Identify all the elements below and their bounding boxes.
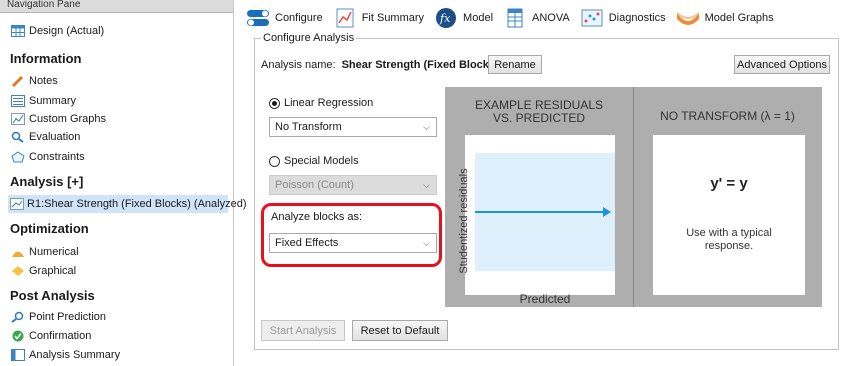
transform-diagram: EXAMPLE RESIDUALS VS. PREDICTED Studenti… [445, 87, 822, 307]
nav-item-constraints[interactable]: Constraints [10, 148, 85, 166]
reset-to-default-button[interactable]: Reset to Default [352, 320, 448, 341]
nav-item-notes[interactable]: Notes [10, 72, 58, 90]
tab-configure-label: Configure [275, 12, 323, 24]
tab-model-graphs-label: Model Graphs [704, 12, 774, 24]
navigation-pane-title: Navigation Pane [0, 0, 233, 13]
navigation-pane: Navigation Pane Design (Actual) Informat… [0, 0, 246, 366]
special-models-radio[interactable]: Special Models [269, 155, 359, 167]
tab-anova[interactable]: ANOVA [503, 8, 570, 28]
linear-regression-label: Linear Regression [284, 97, 374, 109]
nav-item-custom-graphs[interactable]: Custom Graphs [10, 110, 106, 128]
tab-fit-summary[interactable]: Fit Summary [333, 8, 424, 28]
nav-item-r1-label: R1:Shear Strength (Fixed Blocks) (Analyz… [27, 198, 247, 210]
nav-item-point-prediction-label: Point Prediction [29, 311, 107, 323]
arrow-right-icon [603, 207, 611, 217]
nav-heading-information: Information [10, 51, 82, 66]
tab-fit-summary-label: Fit Summary [361, 12, 425, 24]
x-axis-label: Predicted [519, 292, 571, 306]
tab-bar: Configure Fit Summary fx Model ANOVA Dia… [246, 6, 784, 30]
residual-arrow-line [475, 211, 605, 213]
toggle-icon [246, 8, 270, 28]
tab-configure[interactable]: Configure [246, 8, 323, 28]
table-icon [10, 348, 26, 362]
analysis-name-row: Analysis name: Shear Strength (Fixed Blo… [261, 59, 499, 71]
table-grid-icon [503, 8, 527, 28]
transform-diagram-title: NO TRANSFORM (λ = 1) [660, 109, 795, 123]
configure-analysis-legend: Configure Analysis [261, 32, 357, 44]
special-models-label: Special Models [284, 155, 359, 167]
target-search-icon [10, 310, 26, 324]
transform-card: y' = y Use with a typical response. [653, 135, 805, 295]
nav-item-notes-label: Notes [29, 75, 58, 87]
tab-diagnostics-label: Diagnostics [608, 12, 666, 24]
nav-item-summary[interactable]: Summary [10, 92, 76, 110]
magnifier-icon [10, 130, 26, 144]
nav-item-analysis-summary[interactable]: Analysis Summary [10, 346, 120, 364]
function-icon: fx [434, 8, 458, 28]
nav-item-r1-shear-strength[interactable]: R1:Shear Strength (Fixed Blocks) (Analyz… [8, 195, 246, 213]
residuals-title-line-2: VS. PREDICTED [492, 111, 585, 125]
nav-item-numerical[interactable]: Numerical [10, 243, 79, 261]
scatter-icon [580, 8, 604, 28]
tab-model-graphs[interactable]: Model Graphs [675, 8, 774, 28]
list-icon [10, 94, 26, 108]
nav-item-evaluation-label: Evaluation [29, 131, 81, 143]
transform-select[interactable]: No Transform ⌵ [269, 117, 437, 137]
tab-model[interactable]: fx Model [434, 8, 493, 28]
nav-item-evaluation[interactable]: Evaluation [10, 128, 80, 146]
advanced-options-button[interactable]: Advanced Options [734, 55, 830, 74]
transform-select-value: No Transform [275, 121, 342, 133]
nav-item-custom-graphs-label: Custom Graphs [29, 113, 107, 125]
check-circle-icon [10, 329, 26, 343]
chevron-down-icon: ⌵ [423, 122, 430, 132]
radio-selected-indicator [269, 97, 280, 109]
chevron-down-icon: ⌵ [423, 180, 430, 190]
analysis-graph-icon [10, 197, 24, 211]
nav-item-analysis-summary-label: Analysis Summary [29, 349, 121, 361]
diamond-icon [10, 264, 26, 278]
start-analysis-button[interactable]: Start Analysis [261, 320, 345, 341]
nav-heading-optimization: Optimization [10, 221, 89, 236]
y-axis-label: Studentized residuals [458, 168, 470, 274]
nav-item-design[interactable]: Design (Actual) [10, 22, 104, 40]
hill-icon [10, 245, 26, 259]
linear-regression-radio[interactable]: Linear Regression [269, 97, 373, 109]
nav-item-graphical[interactable]: Graphical [10, 262, 76, 280]
transform-description: Use with a typical response. [686, 227, 772, 252]
surface-icon [675, 8, 700, 28]
nav-item-constraints-label: Constraints [29, 151, 85, 163]
nav-item-summary-label: Summary [29, 95, 77, 107]
pentagon-icon [10, 150, 26, 164]
nav-item-design-label: Design (Actual) [29, 25, 105, 37]
special-models-select-value: Poisson (Count) [275, 179, 354, 191]
nav-item-confirmation[interactable]: Confirmation [10, 327, 91, 345]
nav-item-numerical-label: Numerical [29, 246, 79, 258]
nav-heading-analysis: Analysis [+] [10, 174, 84, 189]
transform-equation: y' = y [710, 175, 748, 192]
special-models-select: Poisson (Count) ⌵ [269, 175, 437, 195]
red-highlight-box [261, 203, 442, 267]
nav-item-point-prediction[interactable]: Point Prediction [10, 308, 106, 326]
analysis-name-value: Shear Strength (Fixed Blocks) [341, 59, 499, 71]
residuals-diagram-title: EXAMPLE RESIDUALS VS. PREDICTED [445, 99, 633, 125]
grid-icon [10, 24, 26, 38]
tab-anova-label: ANOVA [532, 12, 570, 24]
pencil-icon [10, 74, 26, 88]
nav-item-confirmation-label: Confirmation [29, 330, 92, 342]
tab-model-label: Model [463, 12, 494, 24]
fit-summary-icon [333, 8, 357, 28]
configure-analysis-panel: Configure Analysis Analysis name: Shear … [254, 32, 839, 350]
analysis-name-label: Analysis name: [261, 59, 336, 71]
main-area: Configure Fit Summary fx Model ANOVA Dia… [246, 0, 859, 366]
nav-heading-post-analysis: Post Analysis [10, 288, 95, 303]
chart-icon [10, 112, 26, 126]
radio-unselected-indicator [269, 155, 280, 167]
rename-button[interactable]: Rename [488, 55, 542, 74]
nav-item-graphical-label: Graphical [29, 265, 77, 277]
tab-diagnostics[interactable]: Diagnostics [580, 8, 666, 28]
svg-text:fx: fx [439, 12, 451, 25]
